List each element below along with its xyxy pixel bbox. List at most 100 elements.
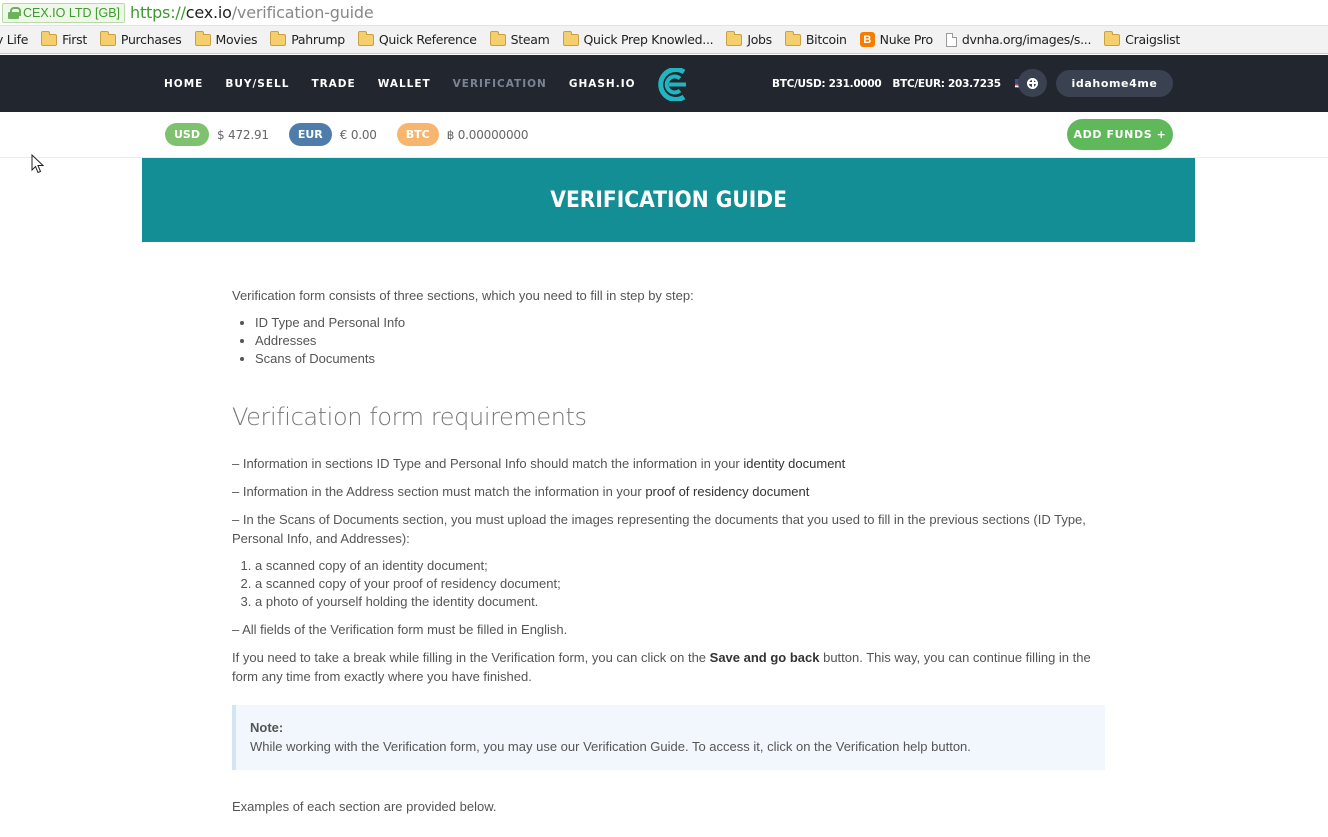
nav-verification[interactable]: VERIFICATION: [453, 78, 547, 90]
list-item: ID Type and Personal Info: [255, 314, 1105, 332]
lock-icon: [8, 6, 21, 19]
balance-value-usd: $ 472.91: [217, 127, 269, 142]
bookmark-label: Quick Prep Knowled...: [583, 32, 714, 47]
balance-value-eur: € 0.00: [339, 127, 377, 142]
bookmark-item[interactable]: First: [41, 30, 87, 47]
bookmark-item[interactable]: Jobs: [726, 30, 772, 47]
nav-ghash[interactable]: GHASH.IO: [569, 78, 636, 90]
bookmark-label: Movies: [215, 32, 258, 47]
folder-icon: [270, 30, 287, 46]
cex-logo-icon[interactable]: [653, 68, 686, 101]
identity-document-term: identity document: [743, 456, 846, 471]
list-item: Addresses: [255, 332, 1105, 350]
folder-icon: [194, 30, 211, 46]
balances-bar: USD $ 472.91 EUR € 0.00 BTC ฿ 0.00000000…: [0, 112, 1328, 158]
bookmark-label: Purchases: [120, 32, 182, 47]
bookmark-item[interactable]: Bitcoin: [784, 30, 847, 47]
bookmark-item[interactable]: Quick Reference: [357, 30, 477, 47]
url-host: cex.io: [185, 3, 232, 22]
exchange-rates: BTC/USD: 231.0000 BTC/EUR: 203.7235: [772, 55, 1027, 112]
bookmark-label: Jobs: [747, 32, 772, 47]
page-icon: [945, 32, 957, 47]
save-info-pre: If you need to take a break while fillin…: [232, 650, 710, 665]
ev-certificate-badge[interactable]: CEX.IO LTD [GB]: [2, 2, 126, 23]
folder-icon: [489, 30, 506, 46]
add-funds-button[interactable]: ADD FUNDS +: [1067, 119, 1173, 150]
bookmarks-bar: y Life First Purchases Movies Pahrump Qu…: [0, 26, 1328, 54]
requirements-heading: Verification form requirements: [232, 403, 587, 431]
guide-content: Verification form consists of three sect…: [232, 286, 1105, 825]
requirement-scans: – In the Scans of Documents section, you…: [232, 512, 1086, 546]
currency-badge-usd: USD: [165, 123, 209, 146]
main-nav: HOME BUY/SELL TRADE WALLET VERIFICATION …: [164, 55, 658, 112]
sections-list: ID Type and Personal Info Addresses Scan…: [255, 314, 1105, 368]
bookmark-item[interactable]: Pahrump: [270, 30, 345, 47]
bookmark-label: Steam: [510, 32, 550, 47]
balance-value-btc: ฿ 0.00000000: [446, 127, 529, 142]
nav-trade[interactable]: TRADE: [311, 78, 355, 90]
url-scheme: https://: [130, 3, 186, 22]
bookmark-item[interactable]: y Life: [0, 32, 28, 47]
bookmark-label: Pahrump: [291, 32, 345, 47]
list-item: a scanned copy of an identity document;: [255, 557, 1105, 575]
list-item: a photo of yourself holding the identity…: [255, 593, 1105, 611]
bookmark-item[interactable]: dvnha.org/images/s...: [945, 32, 1092, 47]
bookmark-label: Bitcoin: [805, 32, 847, 47]
nav-buy-sell[interactable]: BUY/SELL: [225, 78, 289, 90]
btc-usd-rate: BTC/USD: 231.0000: [772, 77, 882, 90]
folder-icon: [41, 30, 58, 46]
folder-icon: [784, 30, 801, 46]
requirement-text: – Information in the Address section mus…: [232, 484, 646, 499]
currency-badge-eur: EUR: [288, 123, 332, 146]
note-callout: Note: While working with the Verificatio…: [232, 705, 1105, 770]
user-menu-button[interactable]: idahome4me: [1056, 70, 1173, 97]
list-item: Scans of Documents: [255, 350, 1105, 368]
documents-list: a scanned copy of an identity document; …: [255, 557, 1105, 611]
url-text[interactable]: https://cex.io/verification-guide: [130, 3, 374, 22]
nav-home[interactable]: HOME: [164, 78, 203, 90]
folder-icon: [562, 30, 579, 46]
list-item: a scanned copy of your proof of residenc…: [255, 575, 1105, 593]
nav-wallet[interactable]: WALLET: [378, 78, 431, 90]
currency-badge-btc: BTC: [396, 123, 439, 146]
page-title: VERIFICATION GUIDE: [550, 187, 787, 213]
save-and-go-back-term: Save and go back: [709, 650, 820, 665]
page-hero: VERIFICATION GUIDE: [142, 158, 1195, 242]
balance-btc[interactable]: BTC ฿ 0.00000000: [396, 123, 529, 146]
save-info-text: If you need to take a break while fillin…: [232, 648, 1105, 686]
requirement-text: – Information in sections ID Type and Pe…: [232, 456, 744, 471]
note-text: While working with the Verification form…: [250, 739, 971, 754]
requirement-identity: – Information in sections ID Type and Pe…: [232, 454, 1105, 473]
bookmark-label: First: [62, 32, 87, 47]
bookmark-item[interactable]: Craigslist: [1104, 30, 1180, 47]
site-header: HOME BUY/SELL TRADE WALLET VERIFICATION …: [0, 55, 1328, 112]
intro-text: Verification form consists of three sect…: [232, 288, 694, 303]
bookmark-label: Craigslist: [1125, 32, 1180, 47]
bookmark-label: Nuke Pro: [879, 32, 933, 47]
mouse-cursor-icon: [31, 154, 45, 174]
requirement-address: – Information in the Address section mus…: [232, 482, 1105, 501]
examples-text: Examples of each section are provided be…: [232, 799, 497, 814]
bookmark-item[interactable]: B Nuke Pro: [859, 32, 933, 47]
balance-list: USD $ 472.91 EUR € 0.00 BTC ฿ 0.00000000: [165, 123, 548, 146]
bookmark-item[interactable]: Quick Prep Knowled...: [562, 30, 714, 47]
folder-icon: [726, 30, 743, 46]
btc-eur-rate: BTC/EUR: 203.7235: [892, 77, 1001, 90]
bookmark-item[interactable]: Steam: [489, 30, 550, 47]
folder-icon: [99, 30, 116, 46]
note-title: Note:: [250, 720, 284, 735]
balance-usd[interactable]: USD $ 472.91: [165, 123, 269, 146]
language-button[interactable]: [1018, 69, 1047, 97]
requirement-english: – All fields of the Verification form mu…: [232, 622, 568, 637]
address-bar[interactable]: CEX.IO LTD [GB] https://cex.io/verificat…: [0, 0, 1328, 26]
ev-certificate-label: CEX.IO LTD [GB]: [23, 5, 121, 20]
url-path: /verification-guide: [231, 3, 374, 22]
bookmark-label: dvnha.org/images/s...: [961, 32, 1092, 47]
bookmark-label: y Life: [0, 32, 29, 47]
bookmark-item[interactable]: Movies: [194, 30, 258, 47]
folder-icon: [1104, 30, 1121, 46]
bookmark-item[interactable]: Purchases: [99, 30, 182, 47]
folder-icon: [357, 30, 374, 46]
balance-eur[interactable]: EUR € 0.00: [288, 123, 377, 146]
residency-document-term: proof of residency document: [645, 484, 810, 499]
